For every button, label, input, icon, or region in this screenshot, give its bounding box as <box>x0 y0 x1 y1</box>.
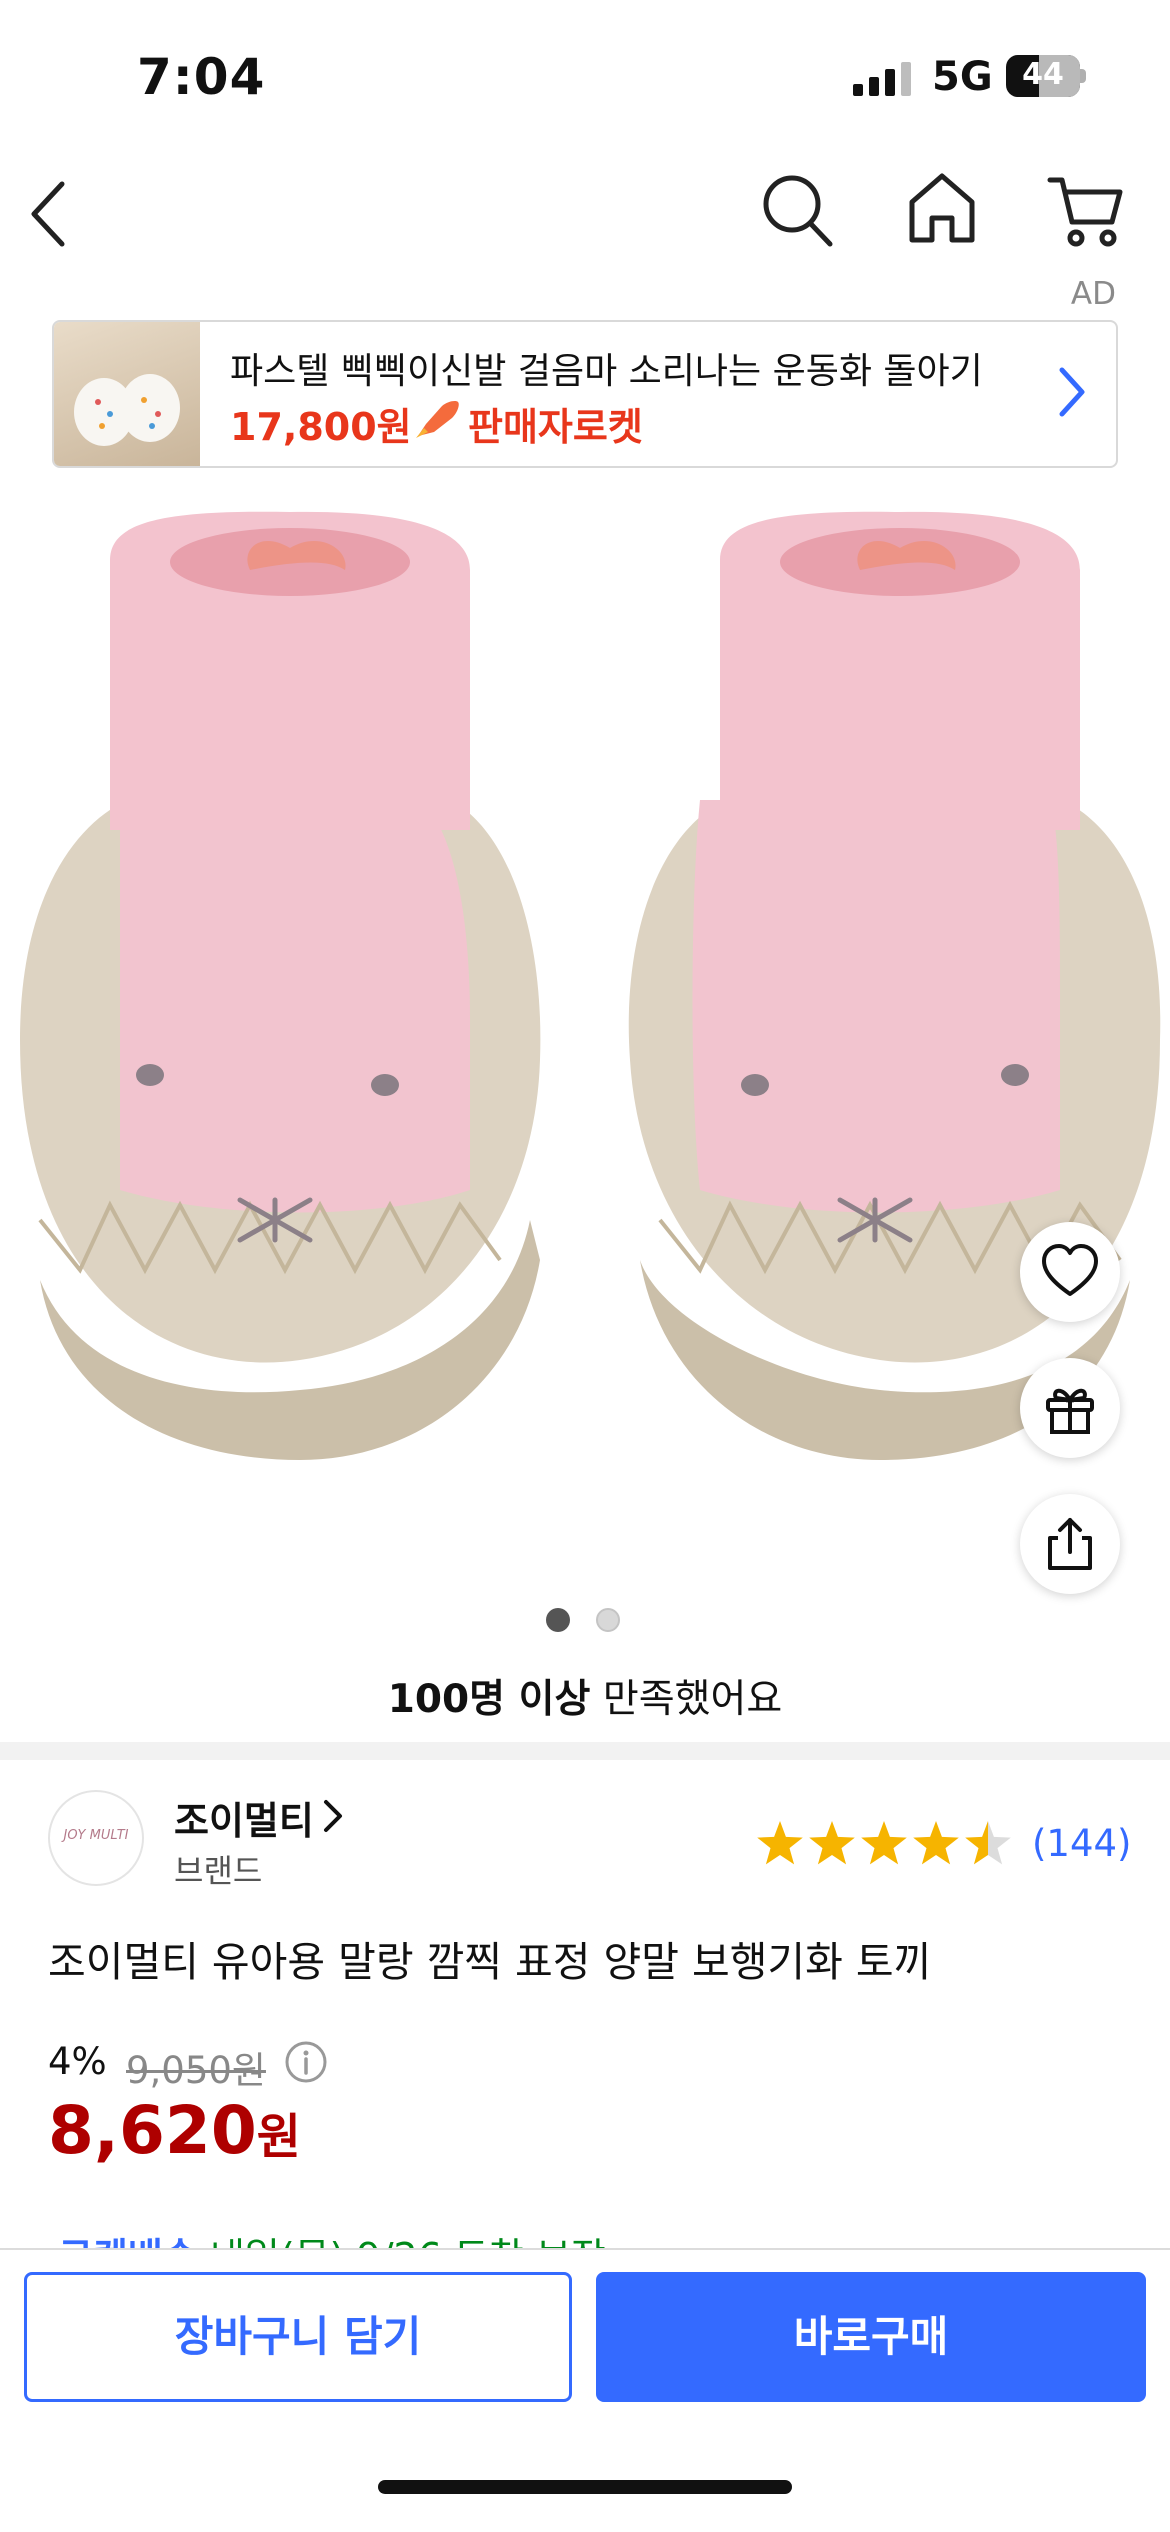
cart-icon[interactable] <box>1046 170 1126 250</box>
sale-price: 8,620원 <box>48 2092 301 2169</box>
rating-star <box>913 1821 959 1865</box>
network-type: 5G <box>932 54 993 100</box>
satisfaction-text: 100명 이상 만족했어요 <box>0 1668 1170 1724</box>
buy-now-button[interactable]: 바로구매 <box>596 2272 1146 2402</box>
wishlist-button[interactable] <box>1020 1222 1120 1322</box>
delivery-info: 로켓배송 내일(목) 9/26 도착 보장 <box>58 2220 1158 2250</box>
chevron-right-icon[interactable] <box>322 1798 344 1834</box>
rating-star <box>809 1821 855 1865</box>
brand-logo[interactable]: JOY MULTI <box>48 1790 144 1886</box>
brand-logo-text: JOY MULTI <box>63 1828 129 1843</box>
ad-label: AD <box>1070 276 1116 312</box>
product-image-left-shoe <box>20 511 541 1460</box>
status-bar: 7:04 5G 44 <box>0 0 1170 150</box>
rating-star <box>965 1821 1011 1865</box>
bottom-action-bar: 장바구니 담기 바로구매 <box>0 2248 1170 2532</box>
info-icon[interactable] <box>284 2040 328 2084</box>
battery-level: 44 <box>1022 57 1064 92</box>
share-icon <box>1048 1518 1092 1570</box>
section-divider <box>0 1742 1170 1760</box>
share-button[interactable] <box>1020 1494 1120 1594</box>
ad-banner[interactable]: 파스텔 삑삑이신발 걸음마 소리나는 운동화 돌아기 17,800원 판매자로켓 <box>52 320 1118 468</box>
search-icon[interactable] <box>760 170 836 250</box>
home-icon[interactable] <box>906 168 978 248</box>
back-icon[interactable] <box>24 174 74 254</box>
brand-name-link[interactable]: 조이멀티 <box>174 1790 314 1845</box>
top-nav-bar <box>0 150 1170 290</box>
satisfaction-count: 100명 이상 <box>387 1677 591 1722</box>
sale-price-amount: 8,620 <box>48 2092 257 2169</box>
carousel-indicator <box>546 1608 626 1634</box>
add-to-cart-button[interactable]: 장바구니 담기 <box>24 2272 572 2402</box>
rating-star <box>757 1821 803 1865</box>
satisfaction-label: 만족했어요 <box>602 1677 783 1722</box>
heart-icon <box>1042 1244 1098 1296</box>
product-title: 조이멀티 유아용 말랑 깜찍 표정 양말 보행기화 토끼 <box>48 1938 932 1986</box>
rocket-icon <box>416 401 459 438</box>
carousel-dot[interactable] <box>596 1608 620 1632</box>
signal-icon <box>853 62 911 96</box>
rating-stars[interactable] <box>754 1818 1014 1870</box>
ad-seller-rocket-badge: 판매자로켓 <box>468 405 643 449</box>
gift-icon <box>1046 1388 1094 1434</box>
carousel-dot-active[interactable] <box>546 1608 570 1632</box>
product-image[interactable] <box>0 500 1170 1600</box>
ad-thumbnail <box>54 322 200 466</box>
chevron-right-icon <box>1059 367 1085 417</box>
original-price: 9,050원 <box>126 2049 266 2092</box>
brand-type: 브랜드 <box>174 1852 263 1890</box>
battery-icon: 44 <box>1006 55 1086 97</box>
home-indicator <box>378 2480 792 2494</box>
rating-star <box>861 1821 907 1865</box>
status-time: 7:04 <box>137 48 266 106</box>
sale-price-unit: 원 <box>256 2109 301 2165</box>
discount-rate: 4% <box>48 2040 107 2083</box>
ad-title: 파스텔 삑삑이신발 걸음마 소리나는 운동화 돌아기 <box>230 351 983 392</box>
review-count-link[interactable]: (144) <box>1032 1822 1132 1865</box>
gift-button[interactable] <box>1020 1358 1120 1458</box>
ad-price: 17,800원 <box>230 405 412 449</box>
